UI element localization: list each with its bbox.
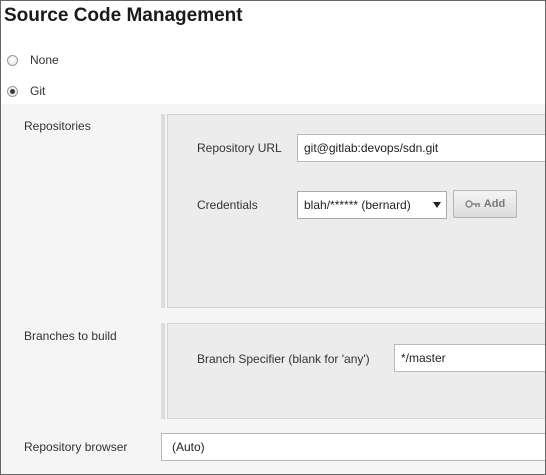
repositories-divider <box>161 114 165 308</box>
repository-url-label: Repository URL <box>197 141 282 155</box>
branches-label: Branches to build <box>24 329 117 343</box>
section-title: Source Code Management <box>4 5 243 26</box>
key-icon <box>465 200 480 208</box>
repository-browser-label: Repository browser <box>24 440 128 454</box>
add-button-label: Add <box>483 198 506 210</box>
add-credentials-button[interactable]: Add <box>453 190 517 218</box>
dropdown-arrow-icon <box>433 202 441 208</box>
radio-git[interactable] <box>7 85 18 97</box>
branch-specifier-input[interactable]: */master <box>394 344 545 372</box>
radio-none[interactable] <box>7 54 18 66</box>
credentials-label: Credentials <box>197 198 258 212</box>
scm-option-none[interactable]: None <box>7 51 59 69</box>
scm-config-frame: Source Code Management None Git Reposito… <box>0 0 546 475</box>
radio-git-label: Git <box>30 84 46 98</box>
scm-option-git[interactable]: Git <box>7 82 45 100</box>
credentials-select[interactable]: blah/****** (bernard) <box>297 191 447 219</box>
repository-url-input[interactable]: git@gitlab:devops/sdn.git <box>297 134 545 162</box>
repositories-label: Repositories <box>24 119 91 133</box>
branches-divider <box>161 323 165 419</box>
credentials-selected-value: blah/****** (bernard) <box>304 198 411 212</box>
branch-specifier-label: Branch Specifier (blank for 'any') <box>197 352 370 366</box>
repository-browser-select[interactable]: (Auto) <box>161 433 545 461</box>
radio-none-label: None <box>30 53 59 67</box>
